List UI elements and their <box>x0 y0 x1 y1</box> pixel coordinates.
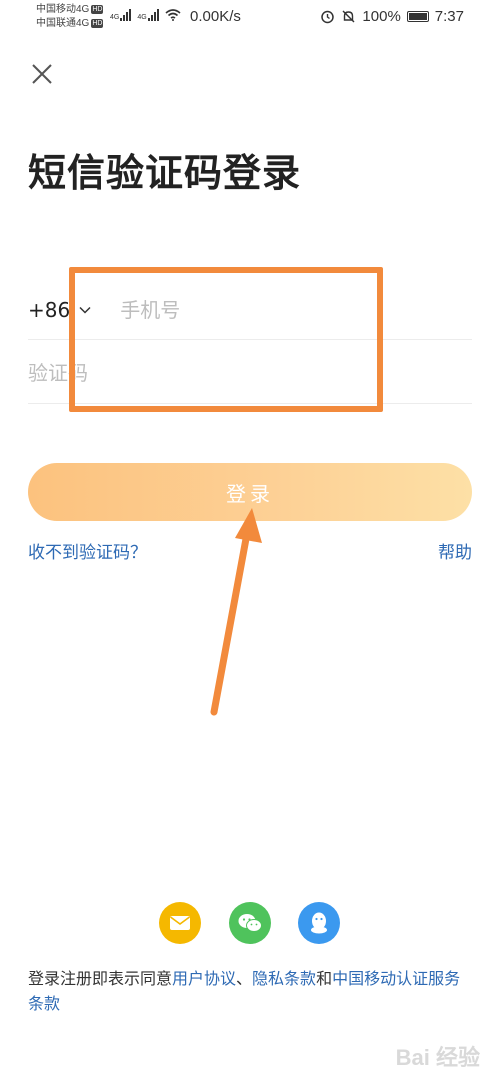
privacy-link[interactable]: 隐私条款 <box>252 969 316 988</box>
signal-2: 4G <box>137 9 159 21</box>
qq-login-button[interactable] <box>298 902 340 944</box>
chevron-down-icon <box>79 306 91 314</box>
page-title: 短信验证码登录 <box>28 151 302 195</box>
signal-bars-icon <box>147 9 159 21</box>
mail-icon <box>170 916 190 930</box>
wechat-login-button[interactable] <box>229 902 271 944</box>
carrier-info: 中国移动4G HD 中国联通4G HD <box>36 3 104 31</box>
mute-bell-icon <box>342 10 355 23</box>
phone-input[interactable] <box>120 297 421 322</box>
phone-row: +86 <box>28 280 472 340</box>
alarm-icon <box>321 10 335 24</box>
watermark: Bai 经验 <box>395 1045 480 1070</box>
code-row <box>28 342 472 404</box>
user-agreement-link[interactable]: 用户协议 <box>172 969 236 988</box>
hd-badge-2: HD <box>91 18 104 28</box>
net-speed: 0.00K/s <box>190 8 241 25</box>
carrier-1: 中国移动4G <box>36 4 90 15</box>
hd-badge-1: HD <box>91 4 104 14</box>
qq-penguin-icon <box>311 912 327 934</box>
signal-indicators: 4G 4G <box>110 8 181 21</box>
country-code-selector[interactable]: +86 <box>28 298 92 322</box>
help-link[interactable]: 帮助 <box>438 538 472 563</box>
signal-bars-icon <box>120 9 132 21</box>
status-bar: 中国移动4G HD 中国联通4G HD 4G 4G 0.00K/s 100% 7… <box>0 0 500 34</box>
country-code-label: +86 <box>28 297 71 322</box>
battery-icon <box>406 11 429 22</box>
battery-percent: 100% <box>362 8 401 25</box>
verification-code-input[interactable] <box>28 360 448 385</box>
close-icon[interactable] <box>30 62 54 86</box>
signal-1: 4G <box>110 9 132 21</box>
no-code-link[interactable]: 收不到验证码？ <box>28 538 147 563</box>
login-button[interactable]: 登录 <box>28 463 472 521</box>
mail-login-button[interactable] <box>159 902 201 944</box>
status-right: 100% 7:37 <box>320 8 464 25</box>
carrier-2: 中国联通4G <box>36 18 90 29</box>
wifi-icon <box>165 9 181 21</box>
agreement-text: 登录注册即表示同意用户协议、隐私条款和中国移动认证服务条款 <box>28 969 461 1013</box>
clock: 7:37 <box>434 8 464 25</box>
wechat-icon <box>238 914 262 932</box>
